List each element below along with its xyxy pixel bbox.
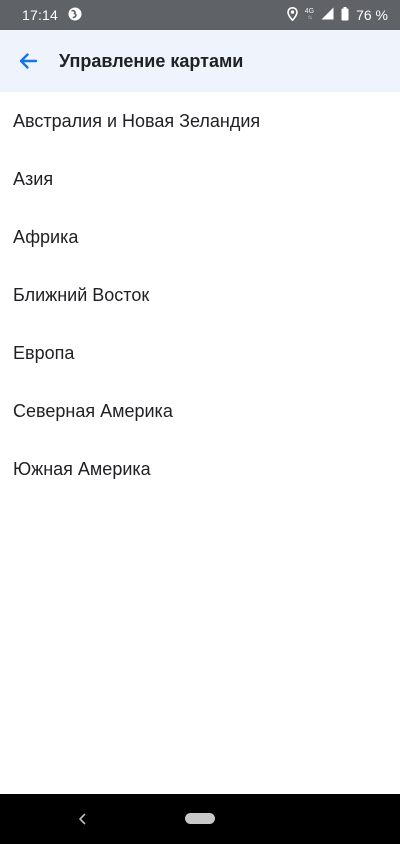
location-icon (286, 6, 298, 24)
home-pill-icon[interactable] (185, 813, 215, 824)
region-label: Азия (13, 168, 54, 189)
region-label: Австралия и Новая Зеландия (13, 110, 261, 131)
status-right: 4G ↑↓ 76 % (286, 6, 388, 24)
nav-back-button[interactable] (76, 811, 88, 827)
app-bar: Управление картами (0, 30, 400, 92)
chevron-left-icon (79, 813, 86, 825)
data-arrows-icon: ↑↓ (307, 15, 312, 21)
app-notification-icon (68, 7, 82, 24)
network-type-icon: 4G ↑↓ (305, 8, 314, 22)
region-label: Северная Америка (13, 400, 173, 421)
arrow-left-icon (19, 53, 38, 69)
battery-icon (341, 6, 349, 24)
region-item-asia[interactable]: Азия (0, 150, 400, 208)
region-item-europe[interactable]: Европа (0, 324, 400, 382)
region-label: Ближний Восток (13, 284, 150, 305)
region-item-australia-new-zealand[interactable]: Австралия и Новая Зеландия (0, 92, 400, 150)
region-label: Африка (13, 226, 79, 247)
network-type-label: 4G (304, 8, 315, 15)
region-item-africa[interactable]: Африка (0, 208, 400, 266)
status-time: 17:14 (22, 7, 59, 23)
region-label: Европа (13, 342, 75, 363)
region-label: Южная Америка (13, 458, 151, 479)
signal-icon (321, 7, 334, 23)
region-item-middle-east[interactable]: Ближний Восток (0, 266, 400, 324)
status-left: 17:14 (22, 7, 82, 24)
region-item-north-america[interactable]: Северная Америка (0, 382, 400, 440)
region-item-south-america[interactable]: Южная Америка (0, 440, 400, 498)
battery-percent: 76 % (356, 7, 388, 23)
system-nav-bar (0, 794, 400, 844)
status-bar: 17:14 4G ↑↓ 76 % (0, 0, 400, 30)
region-list: Австралия и Новая Зеландия Азия Африка Б… (0, 92, 400, 498)
page-title: Управление картами (59, 50, 244, 71)
back-button[interactable] (14, 47, 42, 75)
